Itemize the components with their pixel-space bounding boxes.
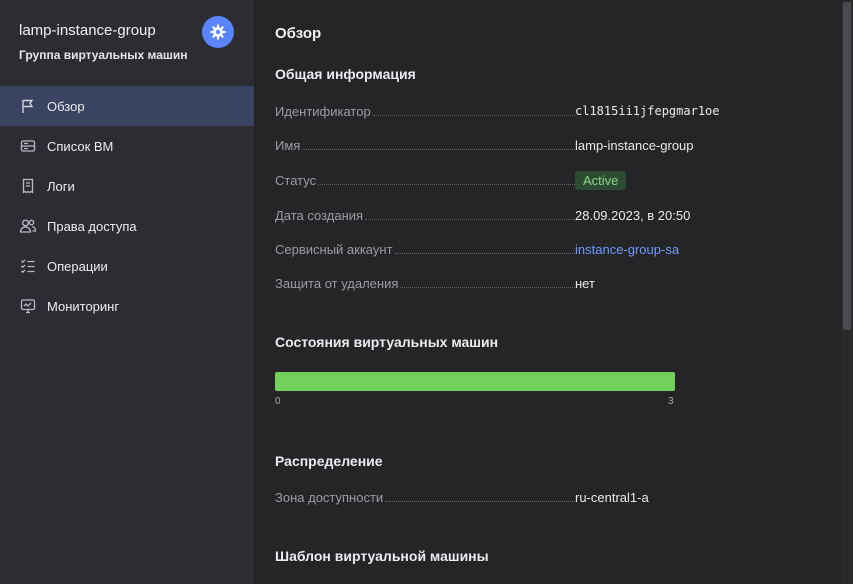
row-label: Сервисный аккаунт xyxy=(275,242,393,257)
vm-states-heading: Состояния виртуальных машин xyxy=(275,334,499,350)
checklist-icon xyxy=(19,257,37,275)
info-row-service-account: Сервисный аккаунт instance-group-sa xyxy=(275,242,795,260)
info-row-name: Имя lamp-instance-group xyxy=(275,138,795,156)
sidebar-item-label: Операции xyxy=(47,258,108,274)
row-value: cl1815ii1jfepgmar1oe xyxy=(575,104,720,118)
row-value: lamp-instance-group xyxy=(575,138,694,153)
monitor-chart-icon xyxy=(19,297,37,315)
sidebar-item-monitoring[interactable]: Мониторинг xyxy=(0,286,254,326)
server-list-icon xyxy=(19,137,37,155)
sidebar-item-vm-list[interactable]: Список ВМ xyxy=(0,126,254,166)
sidebar-item-label: Логи xyxy=(47,178,75,194)
app: lamp-instance-group Группа виртуальных м… xyxy=(0,0,853,584)
sidebar-item-label: Обзор xyxy=(47,98,85,114)
sidebar: lamp-instance-group Группа виртуальных м… xyxy=(0,0,254,584)
info-row-deletion-protection: Защита от удаления нет xyxy=(275,276,795,294)
sidebar-item-operations[interactable]: Операции xyxy=(0,246,254,286)
sidebar-item-label: Список ВМ xyxy=(47,138,114,154)
sidebar-header: lamp-instance-group Группа виртуальных м… xyxy=(19,22,188,62)
row-value: нет xyxy=(575,276,595,291)
sidebar-item-logs[interactable]: Логи xyxy=(0,166,254,206)
service-account-link[interactable]: instance-group-sa xyxy=(575,242,679,257)
persons-icon xyxy=(19,217,37,235)
dotted-leader xyxy=(372,114,575,116)
sidebar-subtitle: Группа виртуальных машин xyxy=(19,48,188,62)
scrollbar[interactable] xyxy=(841,0,853,584)
gear-icon xyxy=(210,24,226,40)
row-label: Зона доступности xyxy=(275,490,384,505)
settings-button[interactable] xyxy=(202,16,234,48)
page-title: Обзор xyxy=(275,25,322,42)
sidebar-item-label: Права доступа xyxy=(47,218,137,234)
info-row-created: Дата создания 28.09.2023, в 20:50 xyxy=(275,208,795,226)
dotted-leader xyxy=(385,500,575,502)
row-label: Статус xyxy=(275,173,317,188)
sidebar-item-access-rights[interactable]: Права доступа xyxy=(0,206,254,246)
vm-states-min: 0 xyxy=(275,396,281,407)
sidebar-nav: Обзор Список ВМ Логи Права доступа Опера… xyxy=(0,86,254,326)
dotted-leader xyxy=(318,183,575,185)
row-label: Имя xyxy=(275,138,301,153)
dotted-leader xyxy=(302,148,575,150)
scrollbar-thumb[interactable] xyxy=(843,2,851,330)
sidebar-title: lamp-instance-group xyxy=(19,22,156,39)
sidebar-item-overview[interactable]: Обзор xyxy=(0,86,254,126)
dotted-leader xyxy=(365,218,575,220)
vm-template-heading: Шаблон виртуальной машины xyxy=(275,548,489,564)
vm-states-bar-fill xyxy=(275,372,675,391)
row-label: Дата создания xyxy=(275,208,364,223)
sidebar-item-label: Мониторинг xyxy=(47,298,120,314)
info-row-zone: Зона доступности ru-central1-a xyxy=(275,490,795,508)
info-row-id: Идентификатор cl1815ii1jfepgmar1oe xyxy=(275,104,795,122)
info-row-status: Статус Active xyxy=(275,171,795,191)
row-value: 28.09.2023, в 20:50 xyxy=(575,208,691,223)
flag-icon xyxy=(19,97,37,115)
general-info-heading: Общая информация xyxy=(275,66,416,82)
receipt-icon xyxy=(19,177,37,195)
vm-states-bar xyxy=(275,372,675,391)
vm-states-max: 3 xyxy=(668,396,674,407)
main-content: Обзор Общая информация Идентификатор cl1… xyxy=(256,0,841,584)
row-value: ru-central1-a xyxy=(575,490,649,505)
row-label: Защита от удаления xyxy=(275,276,399,291)
distribution-heading: Распределение xyxy=(275,453,383,469)
status-badge: Active xyxy=(575,171,627,190)
row-label: Идентификатор xyxy=(275,104,371,119)
dotted-leader xyxy=(400,286,575,288)
dotted-leader xyxy=(394,252,575,254)
